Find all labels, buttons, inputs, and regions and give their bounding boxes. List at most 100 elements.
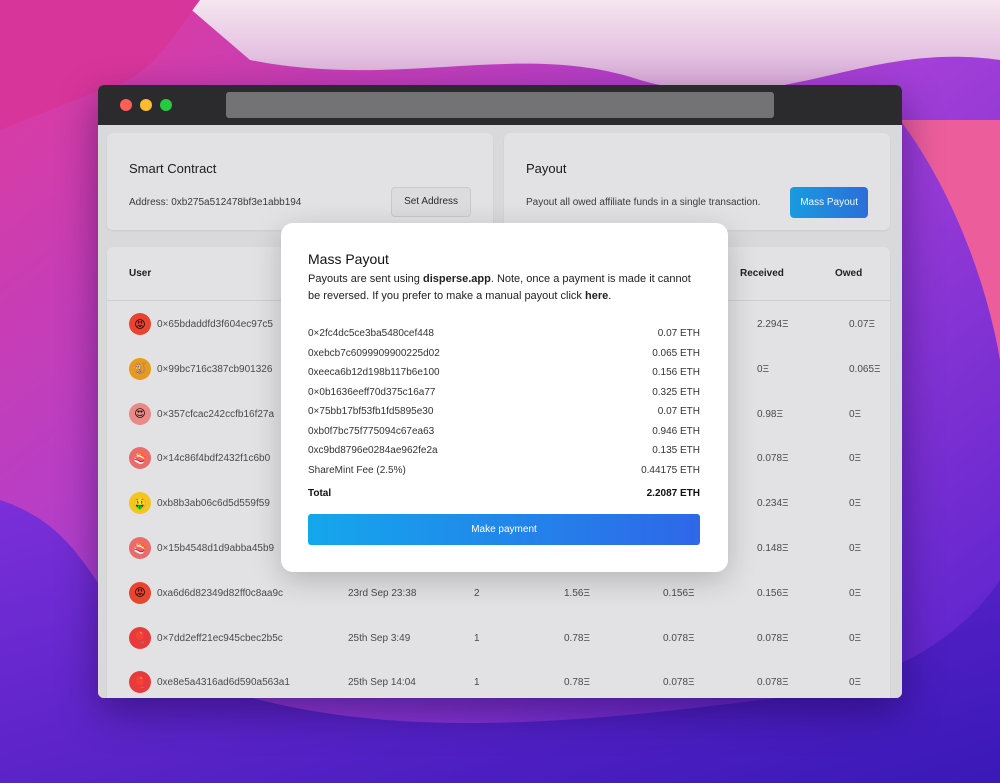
cell-owed: 0.07Ξ	[849, 319, 875, 330]
cell-received: 0.234Ξ	[757, 498, 789, 510]
cell-owed: 0Ξ	[849, 498, 862, 510]
cell-user[interactable]: 0×14c86f4bdf2432f1c6b0	[157, 453, 270, 464]
avatar: 🍣	[129, 447, 151, 470]
smart-contract-card: Smart Contract Address: 0xb275a512478bf3…	[107, 133, 493, 230]
cell-count: 1	[474, 632, 480, 644]
avatar: 🎈	[129, 626, 151, 649]
make-payment-button[interactable]: Make payment	[308, 514, 700, 545]
payment-amount: 0.07 ETH	[657, 406, 700, 417]
cell-owed: 0Ξ	[849, 408, 862, 420]
payment-row: 0xb0f7bc75f775094c67ea63 0.946 ETH	[308, 426, 700, 442]
payout-title: Payout	[526, 161, 567, 176]
table-row[interactable]: 😡 0xa6d6d82349d82ff0c8aa9c 23rd Sep 23:38 2…	[107, 570, 890, 615]
cell-user[interactable]: 0×65bdaddfd3f604ec97c5	[157, 319, 273, 330]
minimize-window-button[interactable]	[140, 99, 152, 111]
payment-address: 0×0b1636eeff70d375c16a77	[308, 386, 436, 398]
cell-owed: 0Ξ	[849, 677, 862, 689]
avatar: 🍣	[129, 537, 151, 559]
mass-payout-button[interactable]: Mass Payout	[790, 187, 868, 218]
cell-received: 2.294Ξ	[757, 319, 789, 330]
title-bar	[98, 85, 902, 125]
column-header-user[interactable]: User	[129, 268, 151, 279]
desc-text: .	[608, 290, 612, 302]
cell-owed: 0Ξ	[849, 587, 862, 599]
cell-owed: 0Ξ	[849, 632, 862, 644]
cell-count: 2	[474, 587, 480, 599]
set-address-button[interactable]: Set Address	[391, 187, 471, 217]
payment-row: 0xebcb7c6099909900225d02 0.065 ETH	[308, 348, 700, 364]
cell-received: 0.078Ξ	[757, 677, 789, 689]
table-row[interactable]: 🎈 0×7dd2eff21ec945cbec2b5c 25th Sep 3:49 1 0…	[107, 615, 890, 660]
cell-earned: 1.56Ξ	[564, 587, 590, 599]
cell-received: 0.148Ξ	[757, 543, 789, 554]
table-row[interactable]: 🎈 0xe8e5a4316ad6d590a563a1 25th Sep 14:04 1…	[107, 659, 890, 698]
cell-received: 0.156Ξ	[757, 587, 789, 599]
cell-user[interactable]: 0×99bc716c387cb901326	[157, 364, 272, 375]
payout-description: Payout all owed affiliate funds in a sin…	[526, 197, 761, 208]
cell-pending: 0.078Ξ	[663, 632, 695, 644]
cell-date: 25th Sep 14:04	[348, 677, 416, 689]
total-row: Total 2.2087 ETH	[308, 488, 700, 504]
payment-address: ShareMint Fee (2.5%)	[308, 464, 406, 476]
contract-address: Address: 0xb275a512478bf3e1abb194	[129, 197, 302, 208]
payment-amount: 0.07 ETH	[657, 328, 700, 339]
payment-amount: 0.325 ETH	[652, 386, 700, 398]
payment-address: 0xeeca6b12d198b117b6e100	[308, 367, 440, 378]
modal-title: Mass Payout	[308, 251, 389, 267]
payment-row: 0×0b1636eeff70d375c16a77 0.325 ETH	[308, 387, 700, 403]
payment-address: 0xebcb7c6099909900225d02	[308, 347, 440, 359]
cell-owed: 0Ξ	[849, 543, 862, 554]
payment-address: 0×75bb17bf53fb1fd5895e30	[308, 406, 434, 417]
payment-amount: 0.946 ETH	[652, 425, 700, 437]
cell-date: 25th Sep 3:49	[348, 632, 411, 644]
payment-row: 0xeeca6b12d198b117b6e100 0.156 ETH	[308, 367, 700, 383]
cell-date: 23rd Sep 23:38	[348, 587, 417, 599]
manual-payout-link[interactable]: here	[585, 290, 608, 302]
payment-amount: 0.065 ETH	[652, 347, 700, 359]
avatar: 😡	[129, 313, 151, 335]
payout-card: Payout Payout all owed affiliate funds i…	[504, 133, 890, 230]
cell-owed: 0.065Ξ	[849, 363, 881, 375]
total-label: Total	[308, 488, 332, 499]
cell-received: 0.078Ξ	[757, 453, 789, 465]
cell-user[interactable]: 0xe8e5a4316ad6d590a563a1	[157, 677, 290, 688]
close-window-button[interactable]	[120, 99, 132, 111]
payment-row: 0×2fc4dc5ce3ba5480cef448 0.07 ETH	[308, 328, 700, 344]
maximize-window-button[interactable]	[160, 99, 172, 111]
payment-address: 0×2fc4dc5ce3ba5480cef448	[308, 328, 434, 339]
total-amount: 2.2087 ETH	[646, 488, 700, 499]
cell-received: 0Ξ	[757, 363, 770, 375]
mass-payout-modal: Mass Payout Payouts are sent using dispe…	[281, 223, 728, 572]
payment-amount: 0.44175 ETH	[641, 464, 700, 476]
cell-user[interactable]: 0×7dd2eff21ec945cbec2b5c	[157, 633, 283, 644]
column-header-owed[interactable]: Owed	[835, 268, 862, 279]
cell-user[interactable]: 0×15b4548d1d9abba45b9	[157, 543, 274, 554]
cell-user[interactable]: 0xb8b3ab06c6d5d559f59	[157, 498, 270, 509]
smart-contract-title: Smart Contract	[129, 161, 217, 176]
cell-received: 0.078Ξ	[757, 632, 789, 644]
cell-owed: 0Ξ	[849, 453, 862, 465]
cell-received: 0.98Ξ	[757, 408, 783, 420]
avatar: 🐒	[129, 357, 151, 380]
cell-user[interactable]: 0×357cfcac242ccfb16f27a	[157, 409, 274, 420]
column-header-received[interactable]: Received	[740, 268, 784, 279]
payment-amount: 0.135 ETH	[652, 445, 700, 456]
cell-count: 1	[474, 677, 480, 689]
cell-earned: 0.78Ξ	[564, 632, 590, 644]
payment-row: 0xc9bd8796e0284ae962fe2a 0.135 ETH	[308, 445, 700, 461]
payment-row: 0×75bb17bf53fb1fd5895e30 0.07 ETH	[308, 406, 700, 422]
avatar: 😡	[129, 581, 151, 604]
cell-pending: 0.156Ξ	[663, 587, 695, 599]
payment-row: ShareMint Fee (2.5%) 0.44175 ETH	[308, 465, 700, 481]
payment-amount: 0.156 ETH	[652, 367, 700, 378]
avatar: 🎈	[129, 671, 151, 694]
avatar: 😍	[129, 402, 151, 425]
modal-description: Payouts are sent using disperse.app. Not…	[308, 271, 703, 305]
disperse-link[interactable]: disperse.app	[423, 273, 491, 285]
desc-text: Payouts are sent using	[308, 273, 423, 285]
cell-pending: 0.078Ξ	[663, 677, 695, 689]
address-bar[interactable]	[226, 92, 774, 118]
payment-address: 0xc9bd8796e0284ae962fe2a	[308, 445, 438, 456]
cell-user[interactable]: 0xa6d6d82349d82ff0c8aa9c	[157, 588, 283, 599]
payment-address: 0xb0f7bc75f775094c67ea63	[308, 425, 435, 437]
